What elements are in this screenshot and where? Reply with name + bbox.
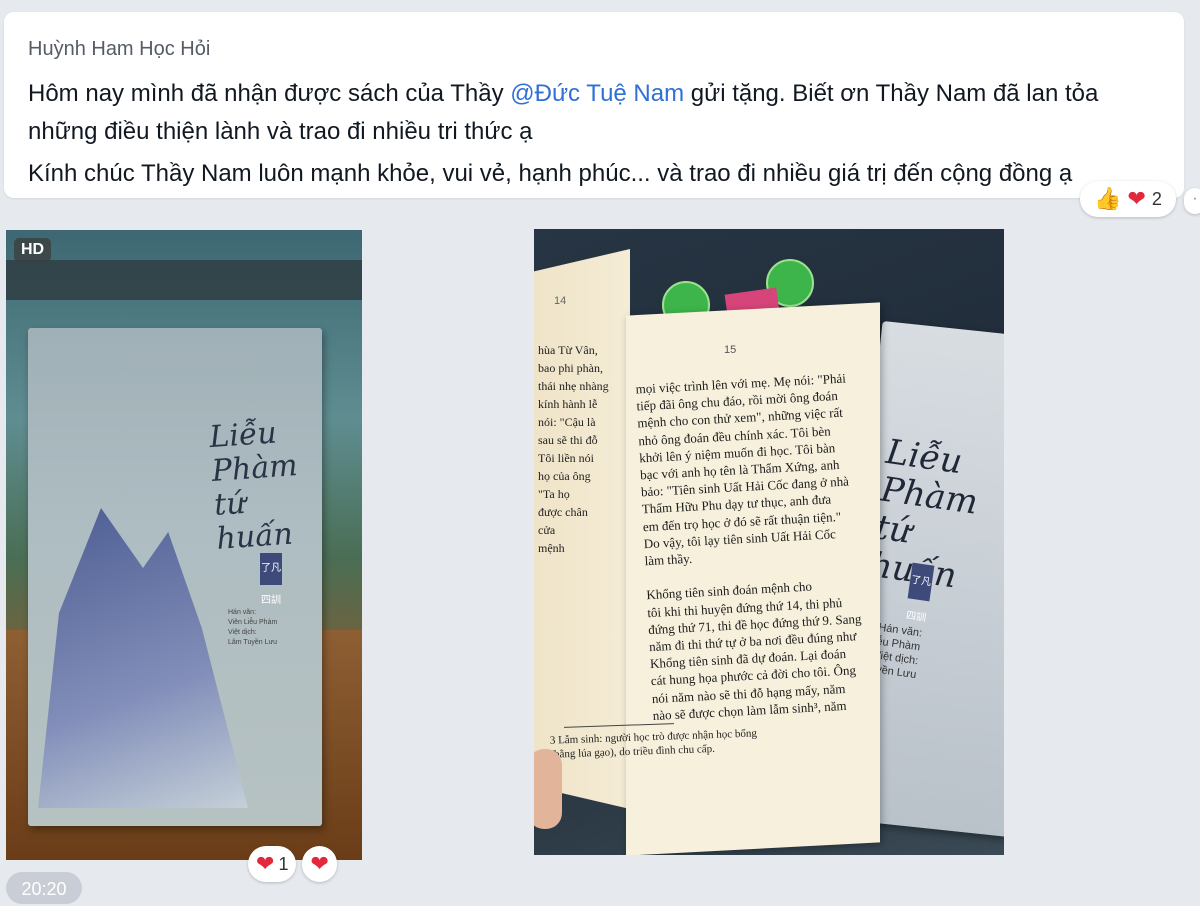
finger [534,749,562,829]
page-number: 14 [554,295,567,307]
text-line: kính hành lễ [538,397,598,411]
message-line-1: Hôm nay mình đã nhận được sách của Thầy … [28,80,1098,108]
text-line: bao phi phàn, [538,361,603,375]
more-reactions-icon[interactable]: · [1184,188,1200,214]
page-number: 15 [724,344,737,356]
message-text: gửi tặng. Biết ơn Thầy Nam đã lan tỏa [684,80,1099,107]
cover-seal: 了凡四訓 [260,553,282,606]
credit-line: Viên Liễu Phàm [228,619,278,626]
message-line-3: Kính chúc Thầy Nam luôn mạnh khỏe, vui v… [28,160,1073,187]
photo-reaction-pill[interactable]: ❤ 1 [248,846,297,882]
text-line: sau sẽ thi đỗ [538,433,598,447]
message-line-2: những điều thiện lành và trao đi nhiều t… [28,118,533,145]
photo-open-book[interactable]: Liễu Phàm tứ huấn 了凡四訓 Hán văn: Viên Liễ… [534,229,1004,855]
text-line: được chân [538,505,588,519]
text-line: mệnh [538,541,565,555]
cover-title-word: Phàm [210,448,299,489]
thumbs-up-icon: 👍 [1094,186,1122,211]
text-line: nói: "Cậu là [538,415,596,429]
credit-line: Việt dịch: [228,629,257,636]
cover-credits: Hán văn: Viên Liễu Phàm Việt dịch: Lâm T… [228,608,277,648]
hd-badge: HD [14,238,52,262]
photo-reaction-count: 1 [278,853,289,874]
photo-book-cover[interactable]: Liễu Phàm tứ huấn 了凡四訓 Hán văn: Viên Liễ… [6,230,362,860]
credit-line: Lâm Tuyền Lưu [228,639,278,646]
heart-icon: ❤ [1127,186,1146,211]
text-line: họ của ông [538,469,591,483]
sender-name[interactable]: Huỳnh Ham Học Hỏi [28,38,210,61]
heart-icon: ❤ [256,851,275,876]
text-line: Tôi liền nói [538,451,594,465]
page-text: mọi việc trình lên với mẹ. Mẹ nói: "Phải… [635,368,893,724]
book-front-cover: Liễu Phàm tứ huấn 了凡四訓 Hán văn: Viên Liễ… [28,328,322,826]
timestamp: 20:20 [6,872,82,904]
add-heart-button[interactable]: ❤ [302,846,337,882]
text-line: hùa Từ Vân, [538,343,598,357]
heart-icon: ❤ [310,851,329,876]
reaction-count: 2 [1151,188,1162,209]
mountain-illustration [38,508,248,808]
photo-reactions: ❤ 1 ❤ [248,846,337,882]
text-line: "Ta họ [538,487,570,501]
aquarium-background [6,260,362,300]
cover-title: Liễu Phàm tứ huấn [208,415,303,557]
mention-link[interactable]: @Đức Tuệ Nam [510,80,684,107]
message-text: Hôm nay mình đã nhận được sách của Thầy [28,80,511,107]
text-line: cửa [538,523,556,537]
cover-title-word: huấn [215,516,295,557]
left-page-text: hùa Từ Vân, bao phi phàn, thái nhẹ nhàng… [538,341,609,557]
message-bubble: Huỳnh Ham Học Hỏi Hôm nay mình đã nhận đ… [4,12,1184,198]
message-reactions[interactable]: 👍 ❤ 2 [1080,181,1176,217]
text-line: thái nhẹ nhàng [538,379,609,393]
credit-line: Hán văn: [228,609,257,616]
